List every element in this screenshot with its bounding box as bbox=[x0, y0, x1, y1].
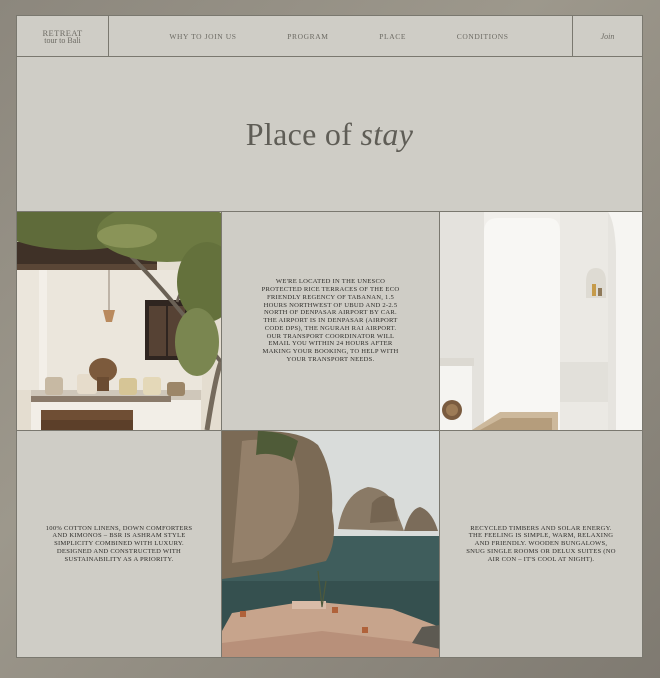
logo[interactable]: RETREAT tour to Bali bbox=[17, 16, 109, 56]
nav-why-join-us[interactable]: WHY TO JOIN US bbox=[169, 32, 236, 41]
terrace-lounge-photo bbox=[17, 212, 221, 430]
location-text-block: WE'RE LOCATED IN THE UNESCO PROTECTED RI… bbox=[221, 212, 439, 430]
materials-text: RECYCLED TIMBERS AND SOLAR ENERGY. THE F… bbox=[466, 524, 616, 563]
hero: Place of stay bbox=[17, 57, 642, 212]
logo-subtitle: tour to Bali bbox=[44, 36, 81, 45]
bathroom-photo bbox=[439, 212, 642, 430]
page-title-part2: stay bbox=[360, 115, 414, 152]
nav-place[interactable]: PLACE bbox=[379, 32, 406, 41]
linens-text: 100% COTTON LINENS, DOWN COMFORTERS AND … bbox=[45, 524, 193, 563]
header: RETREAT tour to Bali WHY TO JOIN US PROG… bbox=[17, 16, 642, 57]
linens-text-block: 100% COTTON LINENS, DOWN COMFORTERS AND … bbox=[17, 430, 221, 657]
materials-text-block: RECYCLED TIMBERS AND SOLAR ENERGY. THE F… bbox=[439, 430, 642, 657]
page-frame: RETREAT tour to Bali WHY TO JOIN US PROG… bbox=[16, 15, 643, 658]
nav-conditions[interactable]: CONDITIONS bbox=[457, 32, 509, 41]
coast-rocks-photo bbox=[221, 430, 439, 657]
join-button[interactable]: Join bbox=[572, 16, 642, 56]
page-title: Place of stay bbox=[246, 116, 413, 153]
page-title-part1: Place of bbox=[245, 115, 361, 152]
main-nav: WHY TO JOIN US PROGRAM PLACE CONDITIONS bbox=[109, 16, 574, 56]
nav-program[interactable]: PROGRAM bbox=[287, 32, 328, 41]
location-text: WE'RE LOCATED IN THE UNESCO PROTECTED RI… bbox=[261, 278, 400, 364]
